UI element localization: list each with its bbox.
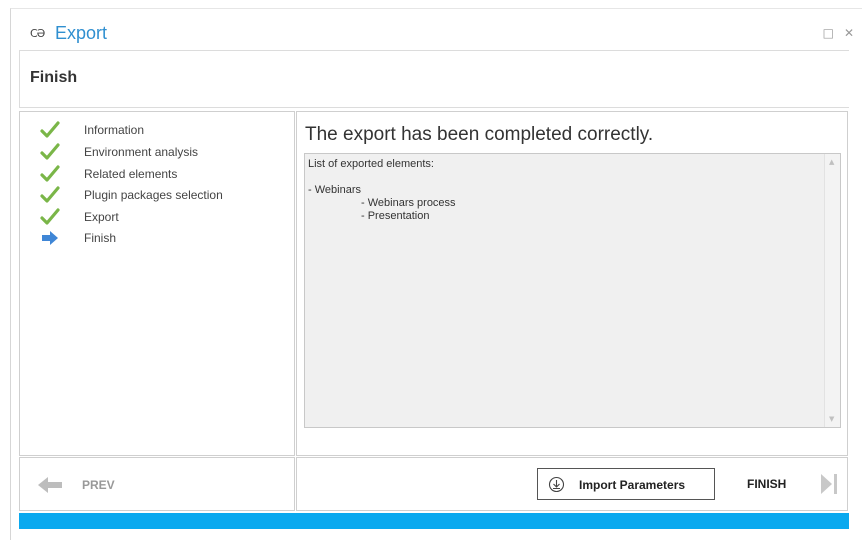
step-item-finish: Finish: [40, 228, 116, 248]
finish-button[interactable]: FINISH: [745, 470, 841, 498]
app-logo: CƏ: [30, 27, 45, 40]
check-icon: [40, 165, 60, 182]
scrollbar[interactable]: ▲ ▼: [824, 154, 840, 427]
import-parameters-button[interactable]: Import Parameters: [537, 468, 715, 500]
step-label: Plugin packages selection: [84, 188, 223, 202]
step-label: Information: [84, 123, 145, 137]
list-item: - Presentation: [361, 210, 430, 222]
arrow-right-icon: [42, 231, 58, 245]
exported-elements-list[interactable]: List of exported elements: - Webinars - …: [304, 153, 841, 428]
step-item-information: Information: [40, 120, 144, 140]
check-icon: [40, 143, 60, 160]
list-header: List of exported elements:: [308, 158, 434, 170]
prev-label: PREV: [82, 478, 115, 492]
step-item-plugin-packages-selection: Plugin packages selection: [40, 185, 223, 205]
download-icon: [548, 476, 565, 493]
maximize-button[interactable]: □: [823, 26, 834, 40]
step-item-related-elements: Related elements: [40, 164, 177, 184]
step-label: Export: [84, 210, 119, 224]
check-icon: [40, 208, 60, 225]
list-item: - Webinars process: [361, 197, 456, 209]
footer-left: PREV: [19, 457, 295, 511]
scroll-down-icon[interactable]: ▼: [829, 415, 834, 423]
wizard-steps-nav: Information Environment analysis Related…: [19, 111, 295, 456]
progress-bar: [19, 513, 849, 529]
prev-button[interactable]: PREV: [36, 474, 146, 496]
close-button[interactable]: ✕: [844, 26, 854, 40]
step-header: Finish: [19, 50, 849, 108]
scroll-up-icon[interactable]: ▲: [829, 158, 834, 166]
progress-fill: [19, 513, 849, 529]
step-item-environment-analysis: Environment analysis: [40, 142, 198, 162]
import-parameters-label: Import Parameters: [579, 478, 686, 492]
check-icon: [40, 186, 60, 203]
finish-label: FINISH: [747, 477, 787, 491]
check-icon: [40, 121, 60, 138]
dialog-title: Export: [55, 23, 108, 43]
arrow-left-icon: [38, 477, 62, 493]
completion-message: The export has been completed correctly.: [305, 124, 654, 145]
step-label: Environment analysis: [84, 145, 199, 159]
footer-right: Import Parameters FINISH: [296, 457, 848, 511]
step-title: Finish: [30, 69, 78, 86]
step-label: Related elements: [84, 167, 178, 181]
skip-next-icon: [821, 474, 837, 494]
step-label: Finish: [84, 231, 117, 245]
list-item: - Webinars: [308, 184, 361, 196]
step-item-export: Export: [40, 207, 119, 227]
main-panel: The export has been completed correctly.…: [296, 111, 848, 456]
